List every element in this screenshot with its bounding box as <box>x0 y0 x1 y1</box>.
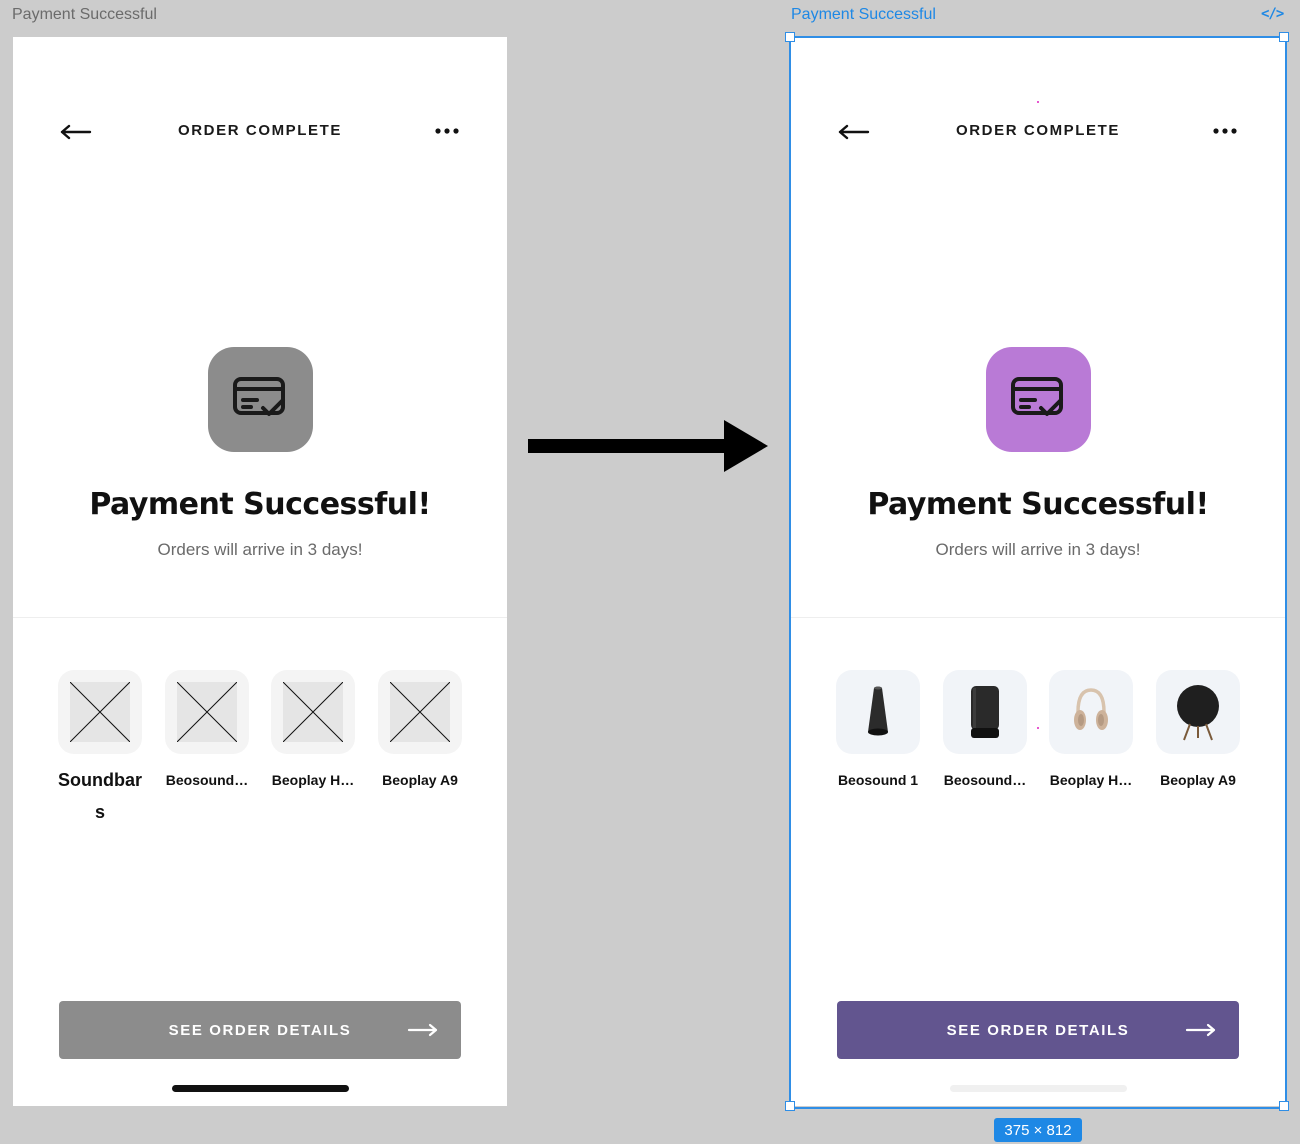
product-thumbnail <box>378 670 462 754</box>
more-icon[interactable] <box>1213 123 1237 137</box>
product-item[interactable]: Beosound… <box>165 670 249 788</box>
guide-dot <box>1037 101 1039 103</box>
product-item[interactable]: Beosound 1 <box>836 670 920 788</box>
right-phone-frame[interactable]: ORDER COMPLETE Payment Successful! Order… <box>791 37 1285 1106</box>
code-icon[interactable]: </> <box>1261 6 1284 22</box>
headphones-icon <box>1074 688 1108 730</box>
subtitle: Orders will arrive in 3 days! <box>157 540 363 559</box>
page-title: Payment Successful! <box>867 487 1209 522</box>
product-name: Beosound… <box>943 772 1027 788</box>
product-name: Beosound 1 <box>837 772 919 788</box>
subtitle: Orders will arrive in 3 days! <box>935 540 1141 559</box>
size-badge: 375 × 812 <box>994 1118 1082 1142</box>
divider <box>791 617 1285 618</box>
header-title: ORDER COMPLETE <box>955 122 1121 139</box>
product-thumbnail <box>1049 670 1133 754</box>
product-thumbnail <box>1156 670 1240 754</box>
product-item[interactable]: Soundbars <box>58 670 142 828</box>
product-name: Beoplay H… <box>271 772 355 788</box>
product-name: Beosound… <box>165 772 249 788</box>
beosound-1-speaker-icon <box>868 686 888 736</box>
arrow-right-icon <box>1185 1023 1216 1037</box>
right-frame-label[interactable]: Payment Successful <box>791 6 936 24</box>
resize-handle[interactable] <box>1279 1101 1289 1111</box>
more-icon[interactable] <box>435 123 459 137</box>
image-placeholder-icon <box>283 682 343 742</box>
see-order-details-button[interactable]: SEE ORDER DETAILS <box>59 1001 461 1059</box>
image-placeholder-icon <box>70 682 130 742</box>
resize-handle[interactable] <box>1279 32 1289 42</box>
product-thumbnail <box>943 670 1027 754</box>
payment-success-icon <box>986 347 1091 452</box>
arrow-right-icon <box>407 1023 438 1037</box>
product-name: Beoplay H… <box>1049 772 1133 788</box>
product-name: Beoplay A9 <box>382 772 458 788</box>
page-title: Payment Successful! <box>89 487 431 522</box>
left-frame-label[interactable]: Payment Successful <box>12 6 157 24</box>
product-item[interactable]: Beoplay H… <box>271 670 355 788</box>
header-title: ORDER COMPLETE <box>177 122 343 139</box>
product-thumbnail <box>271 670 355 754</box>
home-indicator <box>950 1085 1127 1092</box>
transition-arrow-icon <box>528 420 768 472</box>
product-thumbnail <box>836 670 920 754</box>
payment-success-icon <box>208 347 313 452</box>
home-indicator <box>172 1085 349 1092</box>
image-placeholder-icon <box>390 682 450 742</box>
product-item[interactable]: Beoplay A9 <box>378 670 462 788</box>
image-placeholder-icon <box>177 682 237 742</box>
product-item[interactable]: Beosound… <box>943 670 1027 788</box>
beosound-speaker-icon <box>971 686 999 738</box>
resize-handle[interactable] <box>785 1101 795 1111</box>
product-item[interactable]: Beoplay A9 <box>1156 670 1240 788</box>
guide-dot <box>1037 727 1039 729</box>
cta-label: SEE ORDER DETAILS <box>946 1021 1130 1039</box>
product-thumbnail <box>165 670 249 754</box>
product-item[interactable]: Beoplay H… <box>1049 670 1133 788</box>
product-name: Soundbars <box>58 770 142 822</box>
left-phone-frame: ORDER COMPLETE Payment Successful! Order… <box>13 37 507 1106</box>
resize-handle[interactable] <box>785 32 795 42</box>
cta-label: SEE ORDER DETAILS <box>168 1021 352 1039</box>
divider <box>13 617 507 618</box>
product-thumbnail <box>58 670 142 754</box>
product-name: Beoplay A9 <box>1160 772 1236 788</box>
beoplay-a9-speaker-icon <box>1177 685 1219 741</box>
see-order-details-button[interactable]: SEE ORDER DETAILS <box>837 1001 1239 1059</box>
